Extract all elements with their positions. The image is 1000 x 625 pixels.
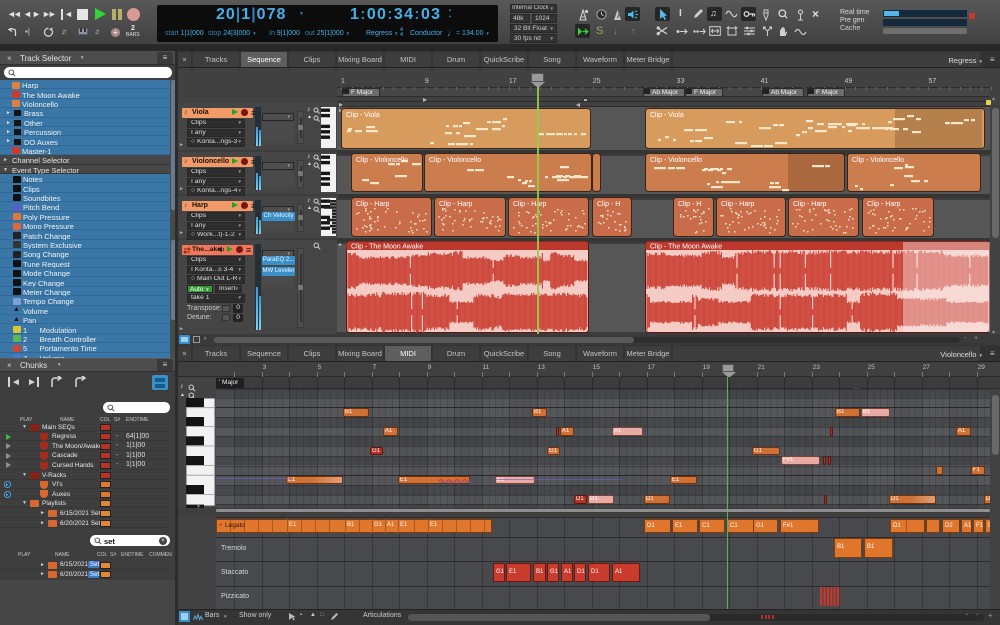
svg-text:Clip - Violoncello: Clip - Violoncello: [429, 157, 481, 164]
svg-text:Clip - H: Clip - H: [597, 201, 620, 208]
svg-text:Clip - Harp: Clip - Harp: [721, 201, 755, 208]
svg-text:Clip - Violoncello: Clip - Violoncello: [356, 157, 408, 164]
svg-text:Clip - Harp: Clip - Harp: [356, 201, 390, 208]
svg-text:Clip - Violoncello: Clip - Violoncello: [852, 157, 904, 164]
svg-text:Clip - Harp: Clip - Harp: [439, 201, 473, 208]
svg-text:Clip - Harp: Clip - Harp: [513, 201, 547, 208]
svg-text:Clip - The Moon Awake: Clip - The Moon Awake: [351, 244, 423, 251]
svg-text:Clip - Viola: Clip - Viola: [346, 112, 380, 119]
svg-text:Clip - Viola: Clip - Viola: [650, 112, 684, 119]
svg-text:Clip - The Moon Awake: Clip - The Moon Awake: [650, 244, 722, 251]
svg-text:Clip - Violoncello: Clip - Violoncello: [650, 157, 702, 164]
svg-text:Clip - Harp: Clip - Harp: [867, 201, 901, 208]
svg-text:Clip - Harp: Clip - Harp: [793, 201, 827, 208]
svg-text:Clip - H: Clip - H: [678, 201, 701, 208]
